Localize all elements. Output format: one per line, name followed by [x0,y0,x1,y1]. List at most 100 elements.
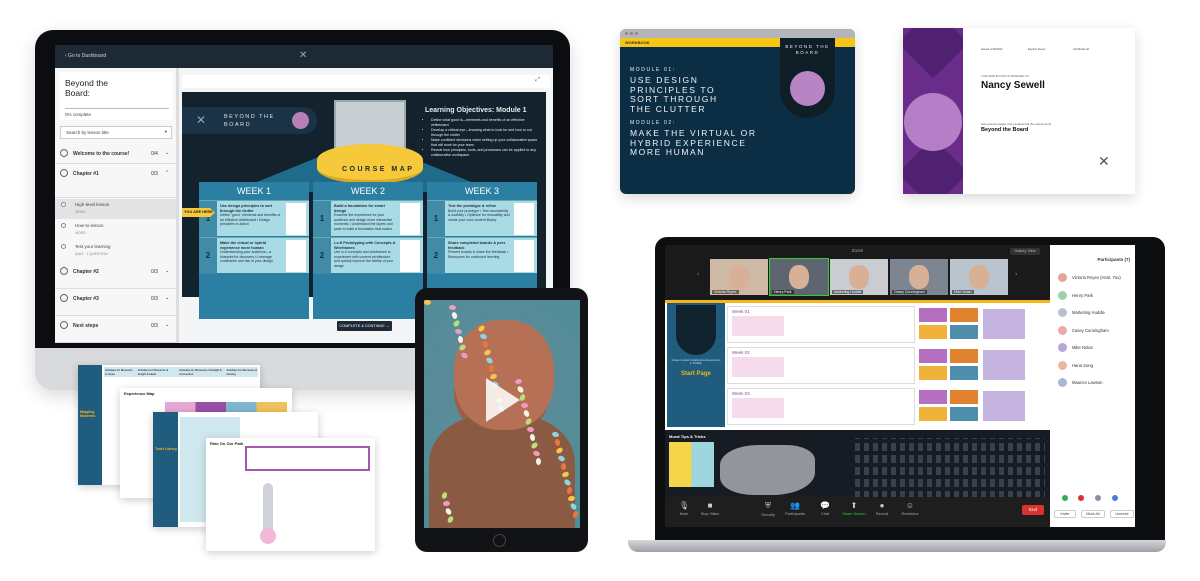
column-header: Activities for Moments to Open [105,368,133,376]
mute-all-button[interactable]: Mute All [1081,510,1105,518]
confetti-piece [454,328,463,335]
toolbar-reactions-button[interactable]: ☺ Reactions [893,501,927,516]
world-map [720,445,815,495]
row-number: 2 [427,238,445,274]
laptop: Zoom Gallery View Victoria Reyes Henry Pa… [655,237,1165,542]
progress-text: 0% complete [65,112,92,117]
participants-panel: Participants (7) Victoria Reyes (Host, Y… [1050,245,1135,527]
lms-header: ‹ Go to Dashboard ✕ [55,45,553,68]
row-title: Lo-fi Prototyping with Concepts & Wirefr… [334,241,396,250]
home-button[interactable] [493,534,506,547]
chapter-next-steps[interactable]: Next steps 0/3 ⌄ [55,316,176,343]
toolbar-label: Share Screen [842,512,866,516]
chapter-welcome[interactable]: Welcome to the course! 0/4 ⌄ [55,144,176,164]
sticky-group [917,388,1047,425]
participant-item[interactable]: Marketing Huddle [1058,308,1135,320]
participant-item[interactable]: Henry Park [1058,290,1135,303]
course-card: Beyond the Board: 0% complete [59,72,173,120]
row-title: Use design principles to sort through th… [220,204,273,213]
brand-shield [676,305,716,355]
content-toolbar: ⤢ [182,75,550,88]
worksheet-ride-on-our-path: Ride On Our Path [206,438,375,551]
progress-bar [65,108,169,109]
mural-board: Design Inspired Collaborative Experience… [665,300,1050,527]
week-card: Week 02 [727,347,915,384]
toolbar-stop-video-button[interactable]: ■ Stop Video [693,501,727,516]
lesson-search[interactable]: Search by lesson title ▾ [60,126,172,139]
module-label: MODULE 01: [630,67,676,73]
video-tile[interactable]: Victoria Reyes [710,259,768,295]
end-meeting-button[interactable]: End [1022,505,1044,515]
chapter-count: 0/3 [151,323,158,329]
lesson-item[interactable]: How-to lesson VIDEO [55,220,176,240]
toolbar-label: Security [761,513,775,517]
objective: Reveal how principles, tools, and proces… [431,148,540,158]
tips-cards [669,442,714,487]
prev-page-icon[interactable]: ‹ [697,271,699,278]
row-body: Define 'good,' elements and benefits of … [220,213,281,227]
brand-shield: BEYOND THE BOARD [780,38,835,118]
activity-icons [514,240,534,272]
participant-item[interactable]: Victoria Reyes (Host, You) [1058,273,1135,285]
sticky-note [950,349,978,363]
video-tile[interactable]: Mike Nolan [950,259,1008,295]
chapter-2[interactable]: Chapter #2 0/3 ⌄ [55,262,176,289]
expiry: Expires Never [1028,47,1046,51]
tablet [415,288,588,552]
complete-continue-button[interactable]: COMPLETE & CONTINUE → [337,321,392,331]
go-faster-icon[interactable] [1112,495,1118,501]
play-icon[interactable] [486,378,520,422]
participant-item[interactable]: Casey Cunningham [1058,325,1135,338]
participant-item[interactable]: Maurice Lawson [1058,378,1135,390]
row-title: Build a foundation for smart design [334,204,385,213]
certificate-statement: Has pursued studies and completed all th… [981,122,1051,126]
row-number: 1 [199,201,217,237]
week-label: Week 02 [732,350,750,355]
week-label: WEEK 2 [350,186,385,196]
participant-item[interactable]: Mike Nolan [1058,343,1135,355]
module-label: MODULE 02: [630,120,676,126]
video-tile[interactable]: Marketing Huddle [830,259,888,295]
tips-title: Mural Tips & Tricks [669,434,706,439]
week-row: 2 Make the virtual or hybrid experience m… [199,237,309,274]
video-tile[interactable]: Casey Cunningham [890,259,948,295]
row-body: Use lo-fi concepts and wireframes to exp… [334,250,394,268]
video-player[interactable] [424,300,580,528]
go-slower-icon[interactable] [1095,495,1101,501]
invite-button[interactable]: Invite [1054,510,1076,518]
learning-objectives: Learning Objectives: Module 1 Define wha… [425,107,540,158]
week-card: Week 01 [727,306,915,343]
no-icon[interactable] [1078,495,1084,501]
yes-icon[interactable] [1062,495,1068,501]
chapter-count: 0/3 [151,296,158,302]
logo-icon: ✕ [196,113,207,127]
toolbar-participants-button[interactable]: 👥 Participants [778,501,812,516]
unmute-all-button[interactable]: Unmute [1110,510,1134,518]
objective: Define what good is—elements and benefit… [431,118,540,128]
participant-name: Victoria Reyes (Host, You) [1072,275,1121,280]
lesson-item[interactable]: High-level lesson VIDEO [55,199,176,219]
column-header: Activities for Moments of Delight & Conn… [179,368,222,376]
go-to-dashboard-link[interactable]: ‹ Go to Dashboard [65,53,106,59]
chevron-up-icon: ⌃ [165,170,170,176]
tile-name: Victoria Reyes [712,290,739,294]
chapter-name: Next steps [73,323,99,329]
video-tile[interactable]: Henry Park [769,258,829,296]
participant-item[interactable]: Hana Song [1058,360,1135,373]
chapter-3[interactable]: Chapter #3 0/3 ⌄ [55,289,176,316]
week-info-box [732,316,784,336]
objectives-title: Learning Objectives: Module 1 [425,107,527,114]
week-row: 1 Use design principles to sort through t… [199,200,309,237]
avatar [1058,273,1067,282]
search-placeholder: Search by lesson title [66,130,109,135]
stage-label: COURSE MAP [342,166,415,173]
gallery-view-button[interactable]: Gallery View [1010,248,1040,255]
row-body: Examine the experience for your audience… [334,213,393,231]
expand-icon[interactable]: ⤢ [535,77,540,84]
chapter-1[interactable]: Chapter #1 0/3 ⌃ [55,164,176,198]
week-row: 2 Lo-fi Prototyping with Concepts & Wiref… [313,237,423,274]
next-page-icon[interactable]: › [1015,271,1017,278]
avatar [1058,360,1067,370]
week-column: WEEK 1 1 Use design principles to sort thr… [199,182,309,319]
lesson-item[interactable]: Test your learning QUIZ · 1 QUESTION [55,241,176,261]
